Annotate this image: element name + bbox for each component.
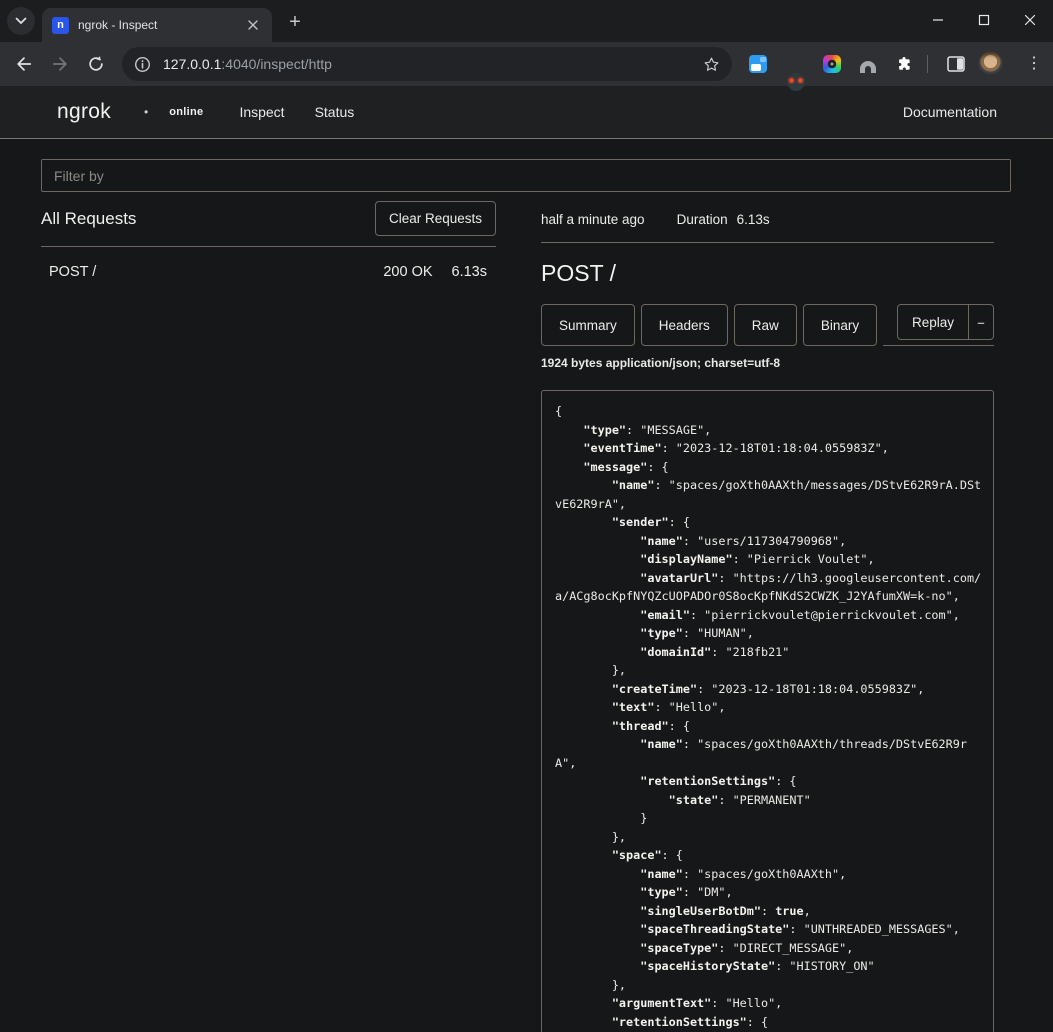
request-status: 200 OK [383, 264, 432, 280]
nav-documentation[interactable]: Documentation [903, 104, 997, 120]
divider [541, 242, 994, 243]
tab-binary[interactable]: Binary [803, 304, 877, 346]
tab-headers[interactable]: Headers [641, 304, 728, 346]
profile-avatar[interactable] [978, 51, 1003, 76]
nav-inspect[interactable]: Inspect [239, 104, 284, 120]
ngrok-logo[interactable]: ngrok [57, 100, 111, 124]
code-block: { "type": "MESSAGE", "eventTime": "2023-… [541, 390, 994, 1032]
extension-camera-lens-icon[interactable] [823, 55, 841, 73]
url-text: 127.0.0.1:4040/inspect/http [163, 56, 703, 72]
replay-split-button: Replay – [897, 304, 994, 340]
detail-tabs: Summary Headers Raw Binary Replay – [541, 304, 994, 346]
address-bar[interactable]: 127.0.0.1:4040/inspect/http [122, 47, 732, 81]
site-info-icon[interactable] [134, 56, 151, 73]
browser-menu-icon[interactable]: ⋮ [1026, 53, 1042, 73]
chevron-down-icon [15, 17, 27, 25]
url-path: :4040/inspect/http [221, 56, 332, 72]
extension-goggles-icon[interactable] [787, 73, 805, 91]
clear-requests-button[interactable]: Clear Requests [375, 201, 496, 236]
extension-arc-icon[interactable] [859, 55, 877, 73]
nav-status[interactable]: Status [315, 104, 355, 120]
browser-window: n ngrok - Inspect + [0, 0, 1053, 1032]
request-row[interactable]: POST / 200 OK 6.13s [41, 247, 496, 280]
request-time-ago: half a minute ago [541, 212, 645, 227]
extension-window-icon[interactable] [749, 55, 767, 73]
tab-close-icon[interactable] [244, 16, 262, 34]
bookmark-star-icon[interactable] [703, 56, 720, 73]
browser-titlebar: n ngrok - Inspect + [0, 0, 1053, 42]
requests-panel-title: All Requests [41, 209, 136, 229]
request-detail-panel[interactable]: half a minute ago Duration 6.13s POST / … [541, 195, 1011, 1032]
duration-value: 6.13s [737, 212, 770, 227]
browser-tab[interactable]: n ngrok - Inspect [42, 8, 272, 42]
filter-input[interactable] [41, 159, 1011, 192]
reload-button[interactable] [86, 54, 106, 74]
tab-summary[interactable]: Summary [541, 304, 635, 346]
url-host: 127.0.0.1 [163, 56, 221, 72]
maximize-button[interactable] [961, 0, 1007, 40]
new-tab-button[interactable]: + [283, 10, 307, 34]
request-duration: 6.13s [452, 264, 487, 280]
ngrok-page: ngrok • online Inspect Status Documentat… [0, 86, 1053, 1032]
tab-raw[interactable]: Raw [734, 304, 797, 346]
online-status-label: online [169, 106, 203, 118]
request-detail-title: POST / [541, 260, 994, 287]
close-window-button[interactable] [1007, 0, 1053, 40]
duration-label: Duration [677, 212, 728, 227]
minimize-button[interactable] [915, 0, 961, 40]
browser-toolbar: 127.0.0.1:4040/inspect/http ⋮ [0, 42, 1053, 86]
forward-button[interactable] [50, 54, 70, 74]
tab-title: ngrok - Inspect [78, 18, 244, 32]
content-meta: 1924 bytes application/json; charset=utf… [541, 356, 994, 370]
back-button[interactable] [14, 54, 34, 74]
site-header: ngrok • online Inspect Status Documentat… [0, 86, 1053, 139]
toolbar-separator [927, 55, 928, 73]
replay-button[interactable]: Replay [898, 305, 968, 339]
side-panel-icon[interactable] [947, 55, 965, 73]
extensions-puzzle-icon[interactable] [895, 55, 913, 73]
replay-menu-icon[interactable]: – [968, 305, 993, 339]
request-method-path: POST / [49, 264, 96, 280]
requests-panel: All Requests Clear Requests POST / 200 O… [41, 195, 496, 1032]
ngrok-favicon-icon: n [52, 17, 69, 34]
status-dot: • [144, 105, 148, 119]
window-controls [915, 0, 1053, 40]
tab-search-button[interactable] [7, 7, 35, 35]
